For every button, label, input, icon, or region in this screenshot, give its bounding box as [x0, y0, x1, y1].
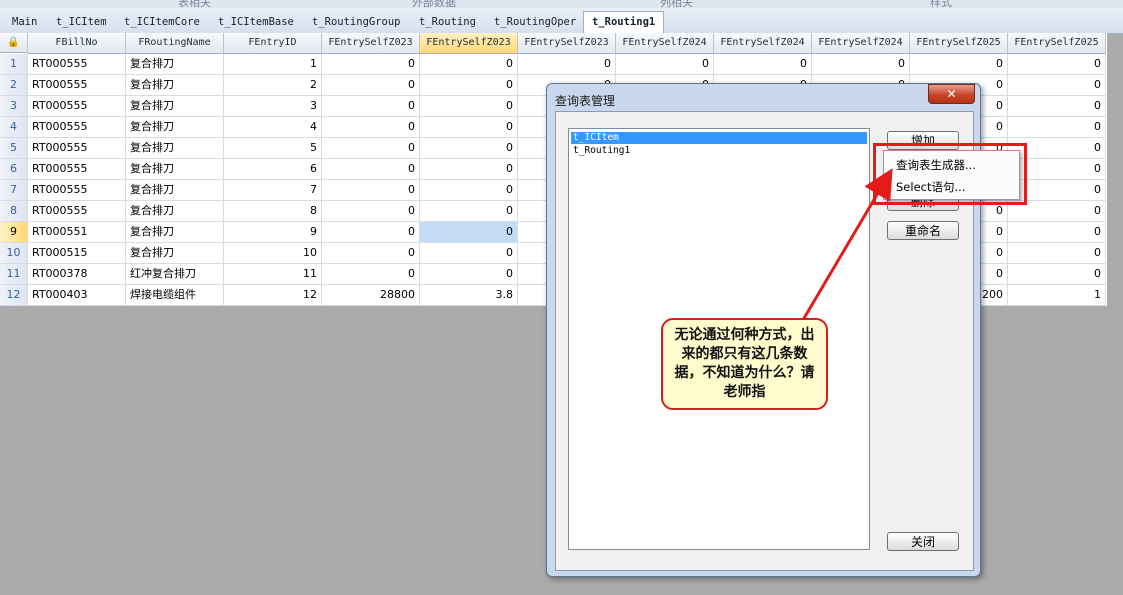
annotation-callout: 无论通过何种方式，出来的都只有这几条数据，不知道为什么？请老师指 — [661, 318, 828, 410]
annotation-arrow-icon — [798, 168, 893, 326]
